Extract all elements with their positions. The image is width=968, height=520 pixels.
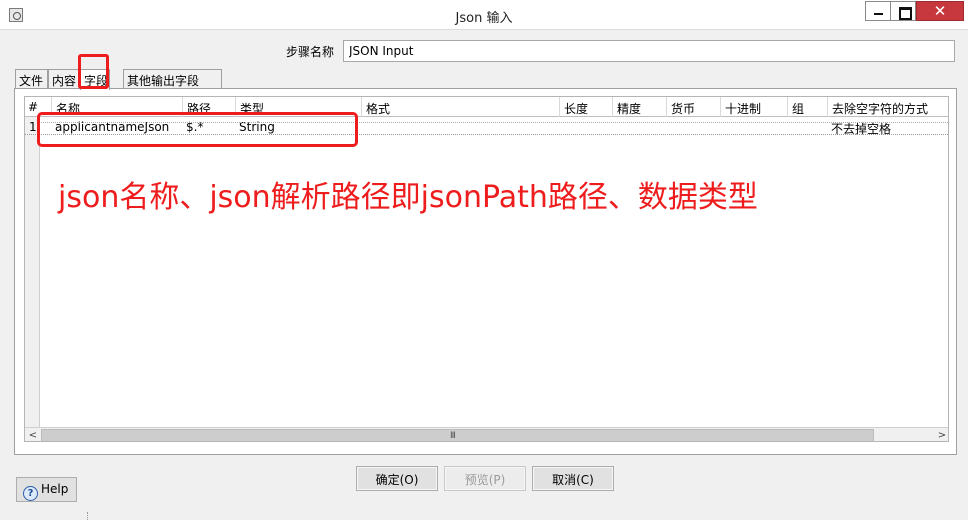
- cell-format[interactable]: [361, 117, 559, 135]
- window-title: Json 输入: [455, 11, 513, 26]
- row-number-column: [25, 97, 40, 427]
- scroll-left-icon[interactable]: <: [25, 428, 41, 441]
- horizontal-scrollbar[interactable]: < III >: [25, 427, 948, 441]
- fields-table: # 名称 路径 类型 格式 长度 精度 货币 十进制 组 去除空字符的方式 1 …: [24, 96, 949, 442]
- cell-decimal[interactable]: [720, 117, 787, 135]
- column-header-group[interactable]: 组: [787, 97, 827, 117]
- cell-currency[interactable]: [666, 117, 720, 135]
- cancel-button[interactable]: 取消(C): [532, 466, 614, 491]
- close-button[interactable]: ✕: [916, 1, 964, 21]
- scroll-thumb[interactable]: III: [41, 429, 874, 441]
- ok-button[interactable]: 确定(O): [356, 466, 438, 491]
- column-header-precision[interactable]: 精度: [612, 97, 666, 117]
- bottom-divider: [87, 512, 88, 520]
- tab-fields-highlight-box: [78, 54, 109, 89]
- step-name-label: 步骤名称: [286, 45, 335, 59]
- title-bar: Json 输入 ✕: [0, 0, 968, 30]
- help-icon: ?: [23, 486, 38, 501]
- close-icon: ✕: [933, 2, 947, 20]
- help-label: Help: [41, 482, 69, 496]
- tab-other-output-fields[interactable]: 其他输出字段: [123, 69, 222, 89]
- step-name-input[interactable]: [343, 40, 955, 62]
- column-header-currency[interactable]: 货币: [666, 97, 720, 117]
- help-button[interactable]: ? Help: [16, 477, 77, 502]
- cell-precision[interactable]: [612, 117, 666, 135]
- cell-group[interactable]: [787, 117, 827, 135]
- tab-file[interactable]: 文件: [15, 69, 48, 89]
- column-header-decimal[interactable]: 十进制: [720, 97, 787, 117]
- column-header-length[interactable]: 长度: [559, 97, 612, 117]
- preview-button[interactable]: 预览(P): [444, 466, 526, 491]
- column-header-trim[interactable]: 去除空字符的方式: [827, 97, 948, 117]
- column-header-format[interactable]: 格式: [361, 97, 559, 117]
- field-row-highlight-box: [37, 112, 358, 147]
- cell-trim[interactable]: 不去掉空格: [827, 117, 948, 136]
- minimize-button[interactable]: [865, 1, 891, 21]
- maximize-button[interactable]: [890, 1, 916, 21]
- tab-content[interactable]: 内容: [48, 69, 80, 89]
- annotation-text: json名称、json解析路径即jsonPath路径、数据类型: [58, 180, 758, 215]
- scroll-grip: III: [450, 431, 456, 441]
- cell-length[interactable]: [559, 117, 612, 135]
- scroll-right-icon[interactable]: >: [934, 428, 948, 441]
